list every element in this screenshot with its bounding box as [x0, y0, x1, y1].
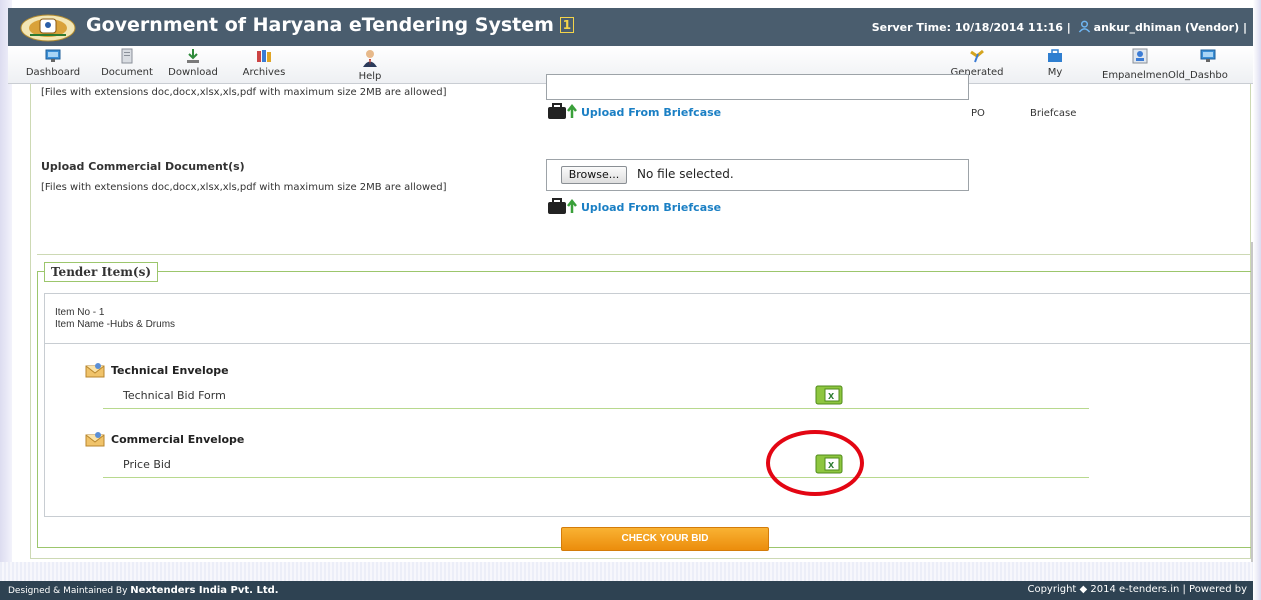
toolbar-my-label: My — [1047, 67, 1063, 78]
commercial-upload-label: Upload Commercial Document(s) — [41, 160, 245, 173]
browse-button[interactable]: Browse... — [561, 166, 627, 184]
section-divider — [37, 254, 1252, 255]
svg-text:X: X — [828, 392, 835, 401]
right-shadow — [1253, 0, 1261, 600]
commercial-briefcase-link[interactable]: Upload From Briefcase — [547, 197, 721, 215]
footer-credit: Designed & Maintained By Nextenders Indi… — [8, 585, 279, 596]
envelope-icon — [85, 432, 105, 447]
briefcase-upload-icon — [548, 103, 577, 119]
footer-company[interactable]: Nextenders India Pvt. Ltd. — [130, 585, 278, 596]
commercial-upload-hint: [Files with extensions doc,docx,xlsx,xls… — [41, 182, 447, 193]
app-header: Government of Haryana eTendering System 1… — [8, 8, 1253, 46]
briefcase-upload-icon — [548, 198, 577, 214]
toolbar-my[interactable]: My — [1033, 48, 1077, 78]
user-icon — [1078, 20, 1090, 33]
toolbar-empanelment-label: EmpanelmenOld_Dashbo — [1102, 70, 1228, 81]
server-info: Server Time: 10/18/2014 11:16 | ankur_dh… — [872, 20, 1247, 34]
server-time: Server Time: 10/18/2014 11:16 — [871, 21, 1063, 34]
toolbar-help[interactable]: Help — [348, 48, 392, 82]
briefcase-icon — [1048, 49, 1062, 62]
technical-file-input[interactable] — [546, 74, 969, 100]
toolbar-document-label: Document — [101, 67, 153, 78]
title-badge[interactable]: 1 — [559, 17, 574, 33]
commercial-envelope-title: Commercial Envelope — [85, 431, 244, 447]
empanelment-icon — [1132, 48, 1148, 64]
side-label-po: PO — [971, 108, 985, 119]
app-title-text: Government of Haryana eTendering System — [86, 14, 554, 36]
commercial-briefcase-label: Upload From Briefcase — [581, 201, 722, 214]
technical-briefcase-label: Upload From Briefcase — [581, 106, 722, 119]
commercial-envelope-label: Commercial Envelope — [111, 433, 245, 446]
technical-envelope-title: Technical Envelope — [85, 362, 229, 378]
left-shadow — [0, 0, 12, 600]
item-number: Item No - 1 — [55, 307, 105, 318]
technical-bid-form-label: Technical Bid Form — [123, 389, 226, 402]
username-link[interactable]: ankur_dhiman (Vendor) — [1094, 21, 1239, 34]
footer: Designed & Maintained By Nextenders Indi… — [0, 581, 1253, 600]
help-icon — [363, 50, 377, 67]
old-dashboard-icon — [1200, 49, 1216, 62]
monitor-icon — [45, 49, 61, 62]
header-trailing-separator: | — [1242, 21, 1247, 34]
haryana-emblem-logo — [20, 14, 76, 42]
envelope-icon — [85, 363, 105, 378]
document-icon — [121, 48, 133, 64]
toolbar-download[interactable]: Download — [158, 48, 228, 78]
toolbar-empanelment[interactable]: EmpanelmenOld_Dashbo — [1102, 48, 1253, 81]
toolbar-dashboard[interactable]: Dashboard — [8, 48, 98, 78]
commercial-file-input[interactable]: Browse... No file selected. — [546, 159, 969, 191]
side-label-briefcase: Briefcase — [1030, 108, 1077, 119]
technical-upload-hint: [Files with extensions doc,docx,xlsx,xls… — [41, 87, 447, 98]
footer-credit-prefix: Designed & Maintained By — [8, 586, 128, 596]
footer-copyright: Copyright ◆ 2014 e-tenders.in | Powered … — [1027, 584, 1247, 595]
item-name: Item Name -Hubs & Drums — [55, 319, 176, 330]
technical-bid-form-row: Technical Bid Form X — [103, 381, 1089, 409]
toolbar-dashboard-label: Dashboard — [25, 67, 81, 78]
download-icon — [187, 49, 199, 63]
toolbar-help-label: Help — [358, 71, 382, 82]
page: Government of Haryana eTendering System 1… — [0, 0, 1261, 600]
app-title: Government of Haryana eTendering System 1 — [86, 14, 574, 36]
price-bid-label: Price Bid — [123, 458, 171, 471]
header-separator: | — [1066, 21, 1071, 34]
item-separator — [45, 343, 1254, 344]
footer-strip — [0, 562, 1253, 581]
tender-item-box: Item No - 1 Item Name -Hubs & Drums Tech… — [44, 293, 1254, 517]
technical-envelope-label: Technical Envelope — [111, 364, 229, 377]
generated-icon — [970, 49, 984, 63]
file-status: No file selected. — [637, 167, 734, 181]
tender-items-legend: Tender Item(s) — [44, 262, 159, 282]
main-content: [Files with extensions doc,docx,xlsx,xls… — [30, 74, 1254, 559]
annotation-circle — [766, 430, 864, 496]
toolbar-archives-label: Archives — [242, 67, 286, 78]
technical-briefcase-link[interactable]: Upload From Briefcase — [547, 102, 721, 120]
toolbar-document[interactable]: Document — [95, 48, 159, 78]
toolbar-archives[interactable]: Archives — [226, 48, 302, 78]
price-bid-row: Price Bid X — [103, 450, 1089, 478]
excel-download-icon[interactable]: X — [815, 385, 843, 405]
check-your-bid-button[interactable]: CHECK YOUR BID — [561, 527, 769, 551]
tender-items-fieldset: Tender Item(s) Item No - 1 Item Name -Hu… — [37, 262, 1254, 548]
toolbar-download-label: Download — [168, 67, 218, 78]
archives-icon — [257, 50, 271, 62]
